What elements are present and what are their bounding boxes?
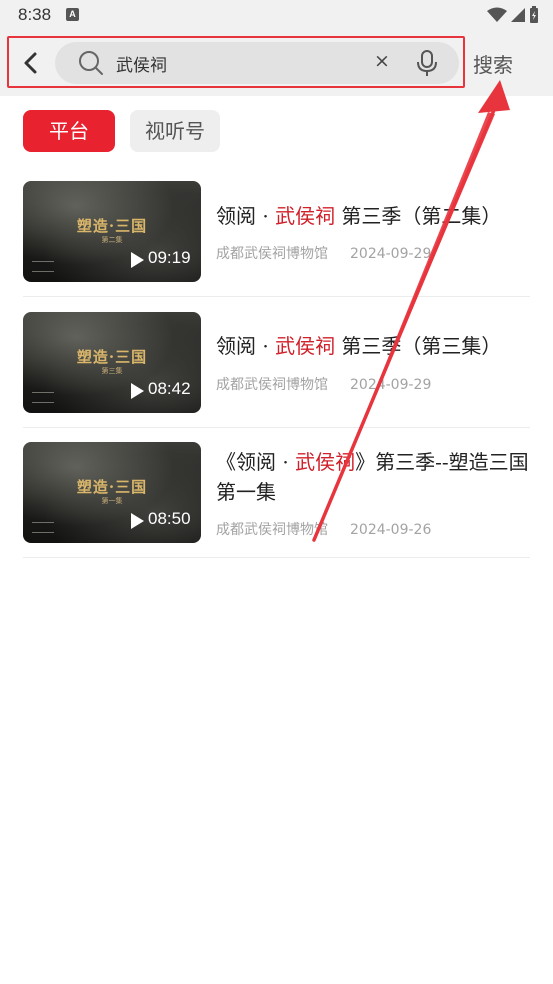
video-title[interactable]: 领阅 · 武侯祠 第三季（第二集） [216, 201, 531, 231]
video-date: 2024-09-29 [350, 377, 432, 393]
divider [23, 427, 530, 428]
divider [23, 296, 530, 297]
annotation-highlight-box [7, 36, 465, 88]
video-source: 成都武侯祠博物馆 [216, 246, 328, 262]
video-source: 成都武侯祠博物馆 [216, 377, 328, 393]
video-source: 成都武侯祠博物馆 [216, 522, 328, 538]
signal-icon [511, 8, 525, 22]
list-item[interactable]: 塑造·三国 第一集 08:50 《领阅 · 武侯祠》第三季--塑造三国 第一集 … [23, 442, 530, 560]
thumbnail-title: 塑造·三国 [76, 348, 148, 366]
video-date: 2024-09-26 [350, 522, 432, 538]
search-button[interactable]: 搜索 [473, 49, 513, 78]
tab-video-account[interactable]: 视听号 [130, 110, 220, 152]
video-meta: 成都武侯祠博物馆 2024-09-29 [216, 374, 431, 394]
thumbnail-logo [32, 392, 54, 403]
wifi-icon [487, 7, 507, 22]
thumbnail-episode: 第三集 [101, 367, 123, 375]
video-thumbnail[interactable]: 塑造·三国 第二集 09:19 [23, 181, 201, 282]
thumbnail-title: 塑造·三国 [76, 217, 148, 235]
thumbnail-title: 塑造·三国 [76, 478, 148, 496]
video-duration: 08:50 [148, 509, 191, 528]
thumbnail-logo [32, 261, 54, 272]
status-bar: 8:38 A [0, 0, 553, 30]
video-meta: 成都武侯祠博物馆 2024-09-29 [216, 243, 431, 263]
play-icon [131, 513, 144, 529]
keyword-highlight: 武侯祠 [275, 334, 336, 358]
video-meta: 成都武侯祠博物馆 2024-09-26 [216, 519, 431, 539]
video-duration: 08:42 [148, 379, 191, 398]
video-thumbnail[interactable]: 塑造·三国 第三集 08:42 [23, 312, 201, 413]
play-icon [131, 252, 144, 268]
list-item[interactable]: 塑造·三国 第三集 08:42 领阅 · 武侯祠 第三季（第三集） 成都武侯祠博… [23, 312, 530, 430]
video-title[interactable]: 《领阅 · 武侯祠》第三季--塑造三国 第一集 [216, 447, 531, 507]
thumbnail-logo [32, 522, 54, 533]
keyword-highlight: 武侯祠 [275, 204, 336, 228]
keyword-highlight: 武侯祠 [295, 450, 356, 474]
play-icon [131, 383, 144, 399]
thumbnail-episode: 第一集 [101, 497, 123, 505]
list-item[interactable]: 塑造·三国 第二集 09:19 领阅 · 武侯祠 第三季（第二集） 成都武侯祠博… [23, 181, 530, 299]
thumbnail-episode: 第二集 [101, 236, 123, 244]
divider [23, 557, 530, 558]
video-date: 2024-09-29 [350, 246, 432, 262]
video-duration: 09:19 [148, 248, 191, 267]
status-icons [487, 5, 539, 25]
notification-icon: A [66, 8, 79, 21]
video-thumbnail[interactable]: 塑造·三国 第一集 08:50 [23, 442, 201, 543]
battery-icon [530, 6, 538, 23]
tab-platform[interactable]: 平台 [23, 110, 115, 152]
video-title[interactable]: 领阅 · 武侯祠 第三季（第三集） [216, 331, 531, 361]
status-time: 8:38 [18, 5, 52, 24]
